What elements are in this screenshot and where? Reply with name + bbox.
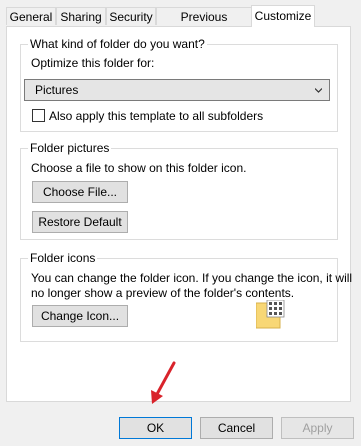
tab-sharing[interactable]: Sharing	[56, 7, 106, 25]
optimize-select[interactable]: Pictures	[24, 79, 330, 101]
annotation-arrow-icon	[151, 361, 176, 404]
apply-button[interactable]: Apply	[281, 417, 354, 439]
apply-subfolders-checkbox[interactable]	[32, 109, 45, 122]
chevron-down-icon	[315, 88, 322, 93]
folder-type-title: What kind of folder do you want?	[28, 37, 207, 51]
folder-icons-description-line2: no longer show a preview of the folder's…	[31, 286, 295, 300]
tab-security[interactable]: Security	[106, 7, 156, 25]
folder-pictures-description: Choose a file to show on this folder ico…	[31, 161, 247, 175]
folder-icon	[256, 300, 285, 329]
tab-customize[interactable]: Customize	[251, 5, 315, 27]
change-icon-button[interactable]: Change Icon...	[32, 305, 128, 327]
restore-default-button[interactable]: Restore Default	[32, 211, 128, 233]
folder-pictures-title: Folder pictures	[28, 141, 112, 155]
apply-subfolders-label: Also apply this template to all subfolde…	[49, 109, 264, 123]
optimize-select-value: Pictures	[35, 83, 79, 97]
folder-icons-title: Folder icons	[28, 251, 98, 265]
ok-button[interactable]: OK	[119, 417, 192, 439]
tab-previous-versions[interactable]: Previous Versions	[156, 7, 252, 42]
optimize-label: Optimize this folder for:	[31, 56, 155, 70]
tab-general[interactable]: General	[6, 7, 56, 25]
cancel-button[interactable]: Cancel	[200, 417, 273, 439]
folder-icons-description-line1: You can change the folder icon. If you c…	[31, 271, 353, 285]
choose-file-button[interactable]: Choose File...	[32, 181, 128, 203]
